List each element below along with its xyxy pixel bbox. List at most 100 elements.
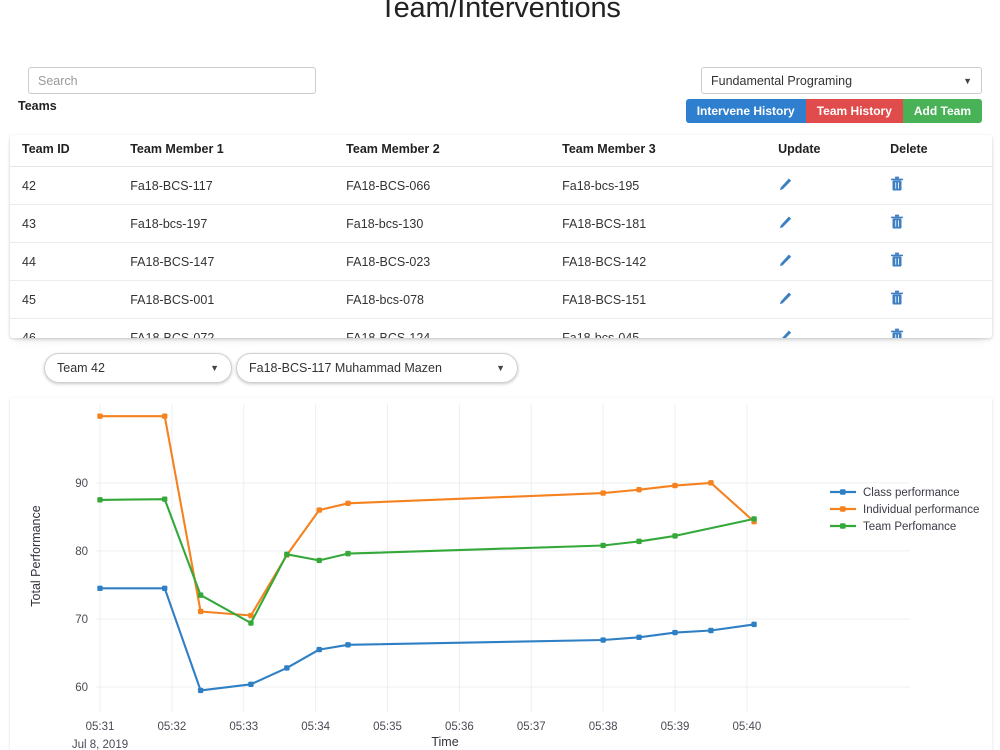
x-axis-tick: 05:34 bbox=[301, 721, 330, 733]
table-header-row: Team ID Team Member 1 Team Member 2 Team… bbox=[10, 135, 992, 167]
cell-team-id: 42 bbox=[10, 166, 131, 205]
legend-label: Team Perfomance bbox=[863, 521, 956, 533]
pencil-icon[interactable] bbox=[778, 291, 793, 306]
cell-team-id: 45 bbox=[10, 280, 131, 319]
pencil-icon[interactable] bbox=[778, 329, 793, 338]
trash-icon[interactable] bbox=[890, 214, 904, 230]
trash-icon[interactable] bbox=[890, 290, 904, 306]
y-axis-title: Total Performance bbox=[29, 505, 43, 606]
pencil-icon[interactable] bbox=[778, 253, 793, 268]
y-axis-tick: 90 bbox=[75, 478, 88, 490]
teams-table-card: Team ID Team Member 1 Team Member 2 Team… bbox=[10, 135, 992, 338]
column-header-team-id: Team ID bbox=[10, 135, 131, 167]
x-axis-date-label: Jul 8, 2019 bbox=[72, 739, 128, 750]
performance-chart-card: 60 70 80 90 05:31 05:32 05:33 05:34 05:35 05:36 05… bbox=[10, 398, 992, 750]
data-point bbox=[672, 482, 678, 489]
table-row: 46 FA18-BCS-072 FA18-BCS-124 Fa18-bcs-045 bbox=[10, 319, 992, 339]
data-point bbox=[248, 681, 254, 687]
y-axis-tick: 80 bbox=[75, 546, 88, 558]
cell-member-1: Fa18-bcs-197 bbox=[130, 204, 347, 243]
data-point bbox=[97, 413, 103, 419]
course-select[interactable]: Fundamental Programing ▼ bbox=[701, 67, 982, 94]
data-point bbox=[97, 497, 103, 503]
cell-member-3: Fa18-bcs-195 bbox=[562, 166, 779, 205]
data-point bbox=[636, 486, 642, 493]
data-point bbox=[672, 629, 678, 636]
data-point bbox=[600, 490, 606, 496]
data-point bbox=[672, 533, 678, 539]
legend-marker bbox=[840, 489, 846, 495]
data-point bbox=[316, 557, 322, 564]
cell-member-1: FA18-BCS-072 bbox=[130, 330, 215, 339]
cell-team-id: 43 bbox=[10, 204, 131, 243]
data-point bbox=[197, 687, 204, 694]
add-team-button[interactable]: Add Team bbox=[902, 99, 982, 123]
pencil-icon[interactable] bbox=[778, 215, 793, 230]
data-point bbox=[161, 413, 168, 419]
series-line bbox=[99, 498, 755, 625]
legend-label: Class performance bbox=[863, 487, 960, 499]
search-input[interactable] bbox=[28, 67, 316, 94]
legend-label: Individual performance bbox=[863, 504, 979, 516]
legend-marker bbox=[840, 506, 846, 512]
column-header-member-1: Team Member 1 bbox=[130, 135, 347, 167]
x-axis-tick: 05:39 bbox=[661, 721, 690, 733]
chevron-down-icon: ▼ bbox=[210, 363, 219, 373]
data-point bbox=[197, 608, 204, 615]
column-header-update: Update bbox=[778, 135, 891, 167]
cell-member-2: FA18-BCS-124 bbox=[346, 330, 431, 339]
data-point bbox=[284, 551, 290, 557]
data-point bbox=[248, 620, 254, 626]
y-axis-tick: 70 bbox=[75, 614, 88, 626]
page-title: Team/Interventions bbox=[379, 0, 621, 24]
cell-member-2: Fa18-bcs-130 bbox=[346, 204, 563, 243]
table-row: 43 Fa18-bcs-197 Fa18-bcs-130 FA18-BCS-181 bbox=[10, 204, 992, 243]
pencil-icon[interactable] bbox=[778, 177, 793, 192]
x-axis-tick: 05:38 bbox=[589, 721, 618, 733]
table-row: 42 Fa18-BCS-117 FA18-BCS-066 Fa18-bcs-195 bbox=[10, 166, 992, 205]
data-point bbox=[197, 592, 204, 598]
cell-member-2: FA18-BCS-066 bbox=[346, 166, 563, 205]
data-point bbox=[161, 585, 168, 592]
data-point bbox=[345, 550, 351, 557]
cell-member-1: FA18-BCS-001 bbox=[130, 280, 347, 319]
data-point bbox=[636, 538, 642, 545]
table-row: 44 FA18-BCS-147 FA18-BCS-023 FA18-BCS-142 bbox=[10, 242, 992, 281]
team-select[interactable]: Team 42 ▼ bbox=[44, 353, 232, 383]
teams-table: Team ID Team Member 1 Team Member 2 Team… bbox=[10, 135, 992, 338]
intervene-history-button[interactable]: Intervene History bbox=[685, 99, 806, 123]
data-point bbox=[316, 507, 322, 513]
performance-line-chart: 60 70 80 90 05:31 05:32 05:33 05:34 05:35 05:36 05… bbox=[29, 404, 979, 750]
cell-member-3: Fa18-bcs-045 bbox=[562, 330, 640, 339]
x-axis-tick: 05:31 bbox=[86, 721, 115, 733]
action-button-group: Intervene History Team History Add Team bbox=[685, 99, 982, 123]
data-point bbox=[636, 634, 642, 641]
data-point bbox=[345, 642, 351, 648]
member-select[interactable]: Fa18-BCS-117 Muhammad Mazen ▼ bbox=[236, 353, 518, 383]
trash-icon[interactable] bbox=[890, 328, 904, 338]
x-axis-title: Time bbox=[431, 735, 458, 749]
series-team-perfomance bbox=[97, 496, 757, 626]
data-point bbox=[97, 585, 103, 592]
data-point bbox=[708, 480, 714, 486]
cell-member-3: FA18-BCS-151 bbox=[562, 280, 779, 319]
course-select-value: Fundamental Programing bbox=[711, 73, 853, 88]
legend-marker bbox=[840, 523, 846, 529]
series-class-performance bbox=[97, 585, 757, 694]
x-axis-tick: 05:40 bbox=[732, 721, 761, 733]
app-page: Team/Interventions Teams Fundamental Pro… bbox=[0, 0, 1000, 750]
data-point bbox=[600, 637, 606, 643]
cell-member-3: FA18-BCS-181 bbox=[562, 204, 779, 243]
team-history-button[interactable]: Team History bbox=[805, 99, 903, 123]
x-axis-tick: 05:32 bbox=[157, 721, 186, 733]
x-axis-tick: 05:33 bbox=[229, 721, 258, 733]
trash-icon[interactable] bbox=[890, 176, 904, 192]
teams-section-label: Teams bbox=[18, 99, 57, 113]
trash-icon[interactable] bbox=[890, 252, 904, 268]
table-row: 45 FA18-BCS-001 FA18-bcs-078 FA18-BCS-151 bbox=[10, 280, 992, 319]
data-point bbox=[708, 627, 714, 634]
data-point bbox=[161, 496, 168, 502]
data-point bbox=[316, 646, 322, 653]
data-point bbox=[600, 542, 606, 549]
chevron-down-icon: ▼ bbox=[963, 75, 972, 86]
